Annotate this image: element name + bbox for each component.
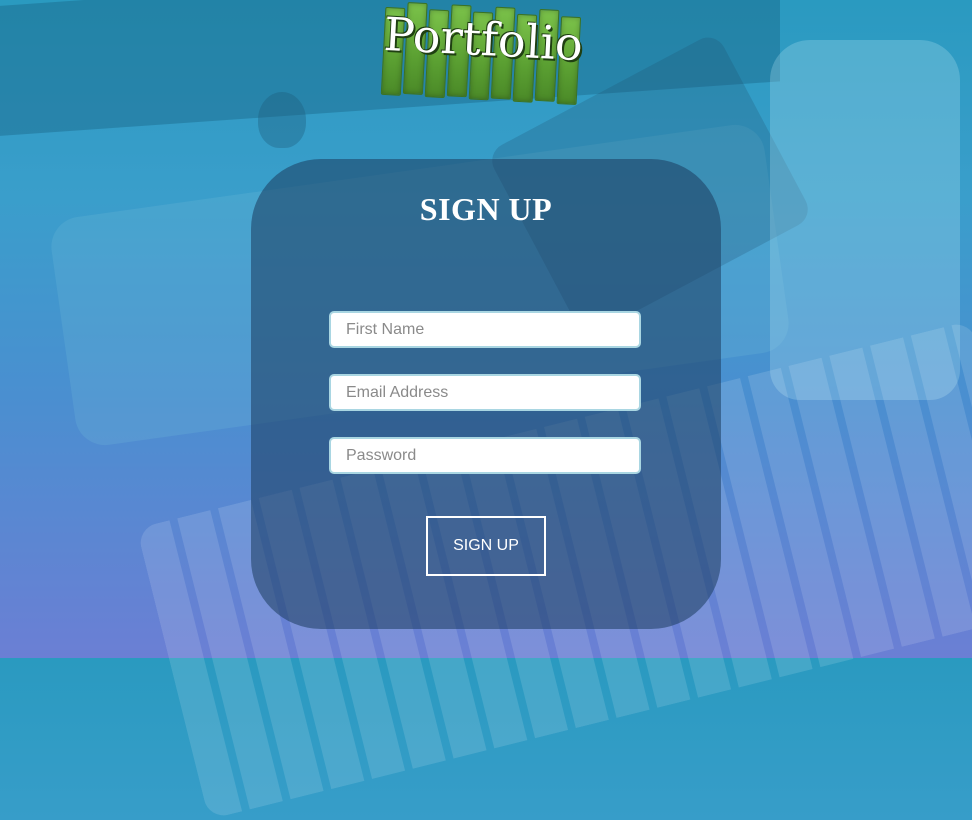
signup-button[interactable]: SIGN UP xyxy=(426,516,546,576)
password-input[interactable] xyxy=(329,437,641,474)
signup-title: SIGN UP xyxy=(419,191,553,227)
first-name-input[interactable] xyxy=(329,311,641,348)
email-input[interactable] xyxy=(329,374,641,411)
apple-logo-icon xyxy=(258,92,306,148)
logo-text: Portfolio xyxy=(382,6,585,72)
background-cup xyxy=(770,40,960,400)
signup-card: SIGN UP SIGN UP xyxy=(251,159,721,629)
portfolio-logo[interactable]: Portfolio xyxy=(380,1,585,109)
